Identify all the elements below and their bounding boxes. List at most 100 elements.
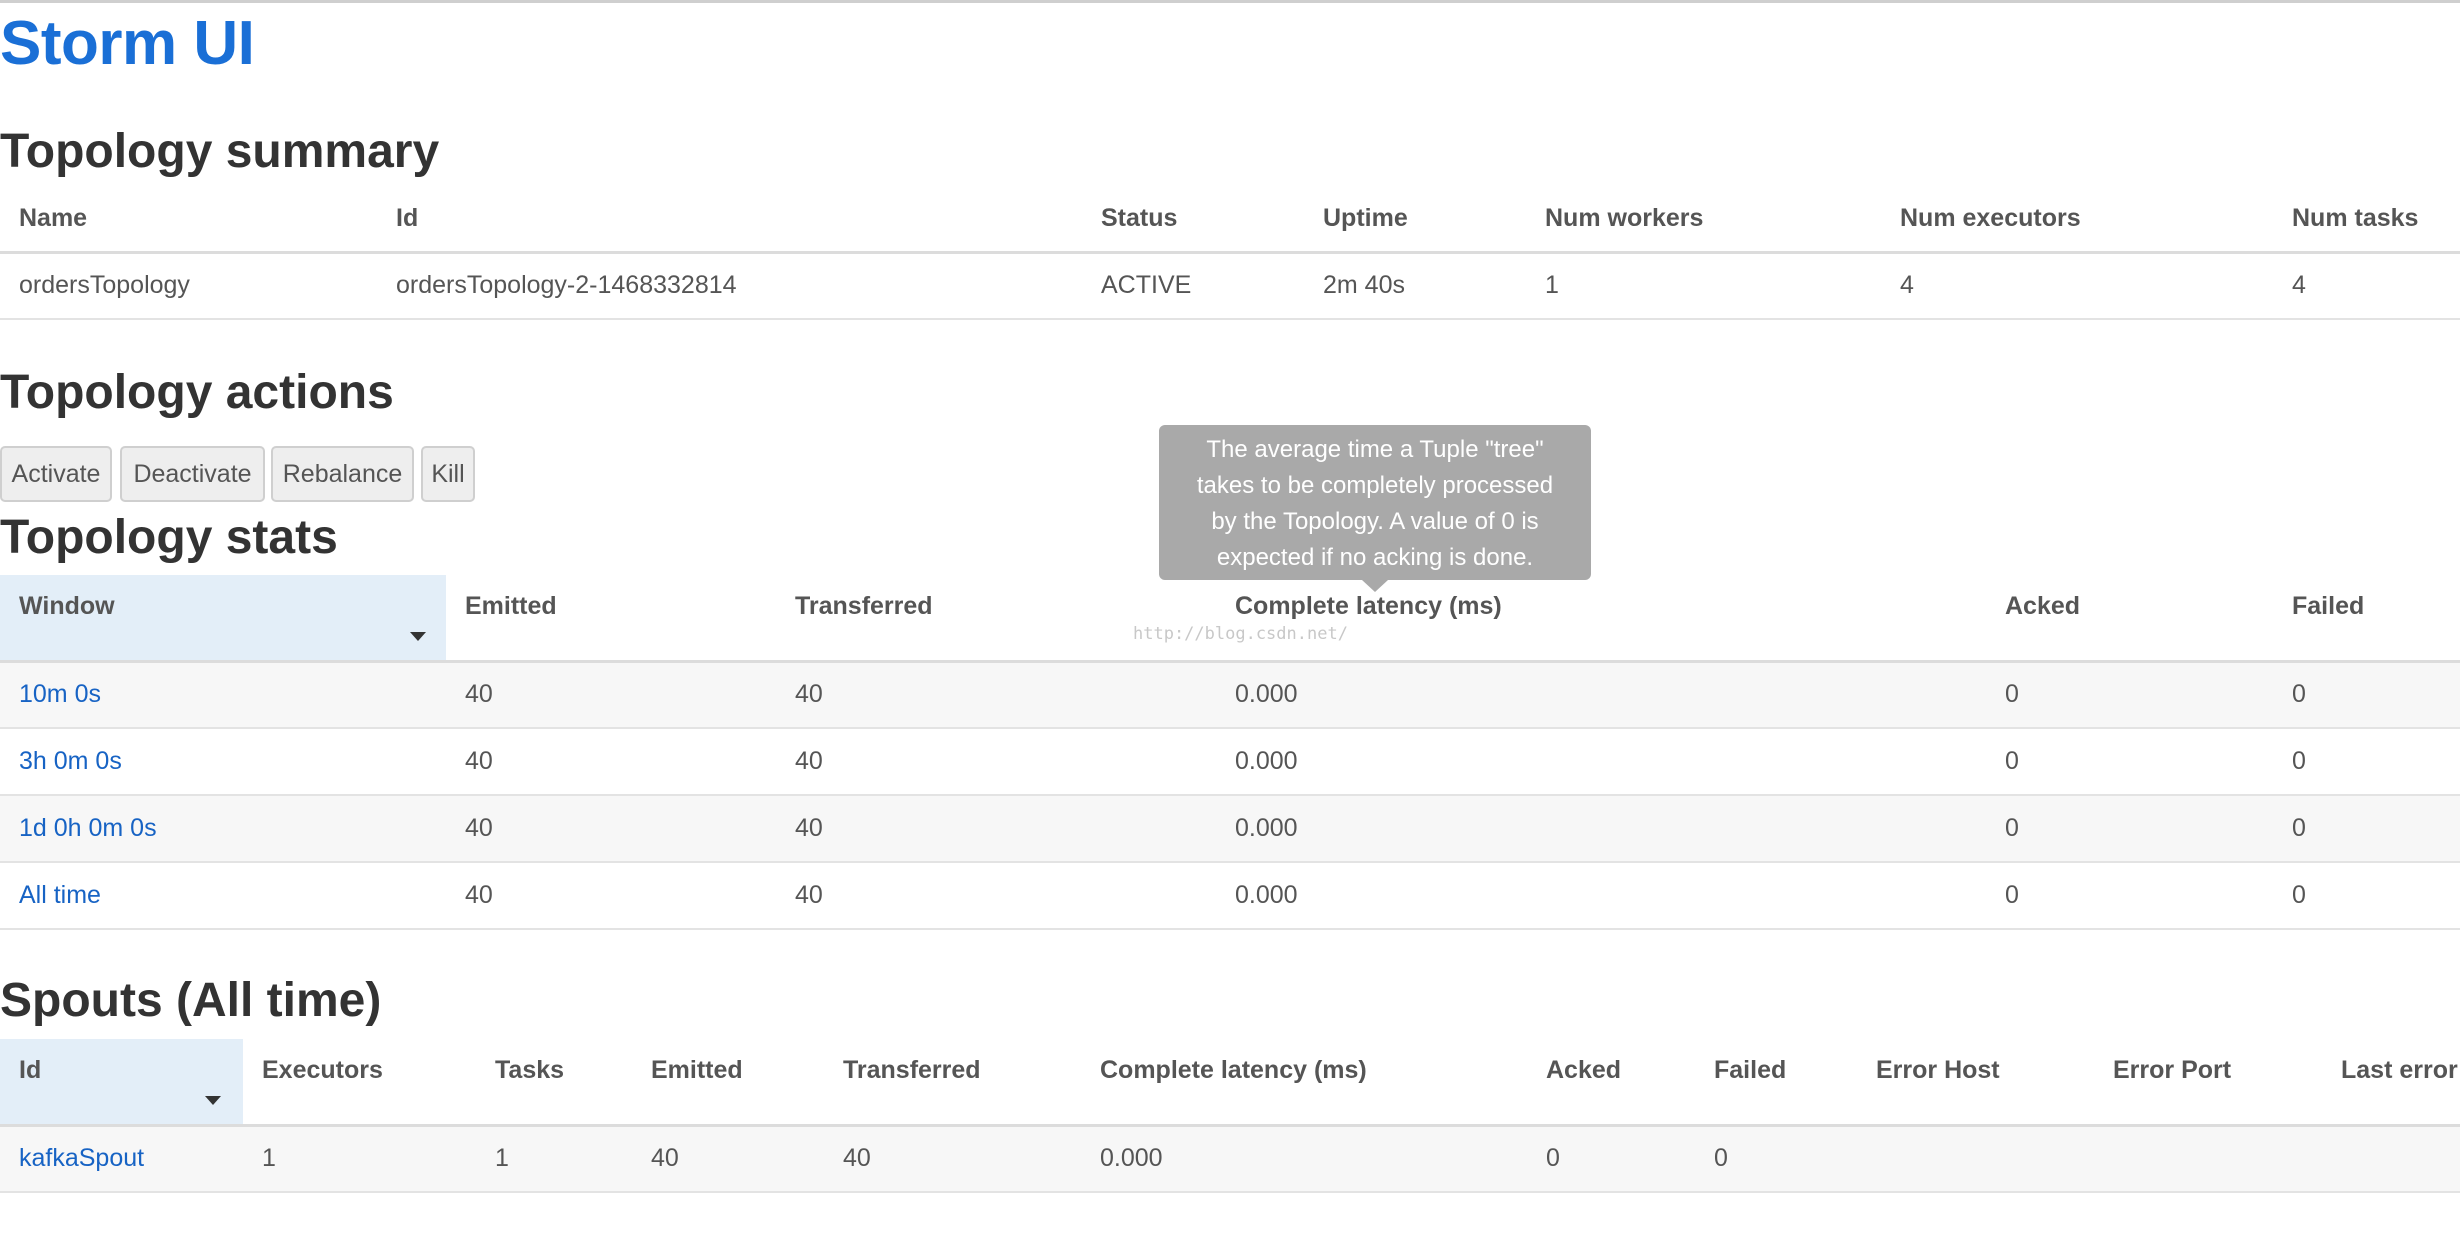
window-cell: All time xyxy=(0,862,446,929)
executors-cell: 1 xyxy=(262,1144,276,1173)
col-header-error-port[interactable]: Error Port xyxy=(2094,1039,2322,1125)
col-header-window[interactable]: Window xyxy=(0,575,446,661)
error-port-cell xyxy=(2094,1125,2322,1192)
acked-cell: 0 xyxy=(2005,747,2019,775)
col-header-transferred[interactable]: Transferred xyxy=(824,1039,1081,1125)
col-header-last-error[interactable]: Last error xyxy=(2322,1039,2460,1125)
table-row: All time 40 40 0.000 0 0 xyxy=(0,862,2460,929)
col-header-error-host[interactable]: Error Host xyxy=(1857,1039,2094,1125)
activate-button[interactable]: Activate xyxy=(0,446,112,502)
emitted-cell: 40 xyxy=(465,881,493,909)
complete-latency-cell: 0.000 xyxy=(1235,814,1298,842)
tooltip-line: takes to be completely processed xyxy=(1196,472,1554,499)
window-cell: 3h 0m 0s xyxy=(0,728,446,795)
topology-id: ordersTopology-2-1468332814 xyxy=(396,271,737,300)
col-header-id[interactable]: Id xyxy=(377,186,1082,252)
kill-button[interactable]: Kill xyxy=(421,446,475,502)
col-header-acked[interactable]: Acked xyxy=(1986,575,2273,661)
col-header-window-label: Window xyxy=(19,592,115,620)
failed-cell: 0 xyxy=(1714,1144,1728,1173)
tooltip-arrow xyxy=(1362,580,1388,592)
col-header-emitted[interactable]: Emitted xyxy=(632,1039,824,1125)
sort-caret-icon xyxy=(205,1096,221,1105)
col-header-spout-id-label: Id xyxy=(19,1056,42,1084)
col-header-complete-latency[interactable]: Complete latency (ms) xyxy=(1216,575,1986,661)
col-header-failed[interactable]: Failed xyxy=(2273,575,2460,661)
last-error-cell xyxy=(2322,1125,2460,1192)
topology-actions-heading: Topology actions xyxy=(0,366,394,419)
spout-link[interactable]: kafkaSpout xyxy=(19,1144,144,1172)
table-row: ordersTopology ordersTopology-2-14683328… xyxy=(0,252,2460,319)
error-host-cell xyxy=(1857,1125,2094,1192)
acked-cell: 0 xyxy=(1546,1144,1560,1173)
topology-num-tasks: 4 xyxy=(2292,271,2306,300)
topology-stats-heading: Topology stats xyxy=(0,511,338,564)
window-link[interactable]: 1d 0h 0m 0s xyxy=(19,814,157,842)
window-link[interactable]: All time xyxy=(19,881,101,909)
col-header-status[interactable]: Status xyxy=(1082,186,1304,252)
complete-latency-cell: 0.000 xyxy=(1235,680,1298,709)
col-header-emitted[interactable]: Emitted xyxy=(446,575,776,661)
tooltip-line: expected if no acking is done. xyxy=(1216,544,1534,571)
topology-num-executors: 4 xyxy=(1900,271,1914,300)
spouts-table: Id Executors Tasks Emitted Transferred C… xyxy=(0,1039,2460,1193)
topology-name: ordersTopology xyxy=(19,271,190,300)
topology-uptime: 2m 40s xyxy=(1323,271,1405,300)
failed-cell: 0 xyxy=(2292,814,2306,842)
table-row: 10m 0s 40 40 0.000 0 0 xyxy=(0,661,2460,728)
transferred-cell: 40 xyxy=(795,881,823,909)
topology-status: ACTIVE xyxy=(1101,271,1192,300)
window-cell: 1d 0h 0m 0s xyxy=(0,795,446,862)
col-header-uptime[interactable]: Uptime xyxy=(1304,186,1526,252)
emitted-cell: 40 xyxy=(465,814,493,842)
app-title[interactable]: Storm UI xyxy=(0,8,255,79)
topology-summary-heading: Topology summary xyxy=(0,125,440,178)
tasks-cell: 1 xyxy=(495,1144,509,1173)
col-header-transferred[interactable]: Transferred xyxy=(776,575,1216,661)
emitted-cell: 40 xyxy=(465,747,493,775)
complete-latency-cell: 0.000 xyxy=(1100,1144,1163,1173)
failed-cell: 0 xyxy=(2292,881,2306,909)
col-header-complete-latency[interactable]: Complete latency (ms) xyxy=(1081,1039,1527,1125)
table-row: kafkaSpout 1 1 40 40 0.000 0 0 xyxy=(0,1125,2460,1192)
emitted-cell: 40 xyxy=(465,680,493,709)
complete-latency-cell: 0.000 xyxy=(1235,881,1298,909)
table-row: 1d 0h 0m 0s 40 40 0.000 0 0 xyxy=(0,795,2460,862)
failed-cell: 0 xyxy=(2292,747,2306,775)
col-header-num-tasks[interactable]: Num tasks xyxy=(2273,186,2460,252)
complete-latency-tooltip: The average time a Tuple "tree" takes to… xyxy=(1159,425,1591,580)
topology-num-workers: 1 xyxy=(1545,271,1559,300)
col-header-executors[interactable]: Executors xyxy=(243,1039,476,1125)
col-header-tasks[interactable]: Tasks xyxy=(476,1039,632,1125)
transferred-cell: 40 xyxy=(843,1144,871,1173)
acked-cell: 0 xyxy=(2005,680,2019,709)
col-header-acked[interactable]: Acked xyxy=(1527,1039,1695,1125)
col-header-failed[interactable]: Failed xyxy=(1695,1039,1857,1125)
col-header-name[interactable]: Name xyxy=(0,186,377,252)
acked-cell: 0 xyxy=(2005,814,2019,842)
deactivate-button[interactable]: Deactivate xyxy=(120,446,265,502)
watermark: http://blog.csdn.net/ xyxy=(1133,624,1348,644)
col-header-spout-id[interactable]: Id xyxy=(0,1039,243,1125)
window-link[interactable]: 3h 0m 0s xyxy=(19,747,122,775)
top-border xyxy=(0,0,2460,3)
spouts-heading: Spouts (All time) xyxy=(0,974,382,1027)
transferred-cell: 40 xyxy=(795,814,823,842)
spout-id-cell: kafkaSpout xyxy=(0,1125,243,1192)
tooltip-line: by the Topology. A value of 0 is xyxy=(1211,508,1539,535)
window-cell: 10m 0s xyxy=(0,661,446,728)
transferred-cell: 40 xyxy=(795,680,823,709)
col-header-num-workers[interactable]: Num workers xyxy=(1526,186,1881,252)
topology-summary-table: Name Id Status Uptime Num workers Num ex… xyxy=(0,186,2460,320)
emitted-cell: 40 xyxy=(651,1144,679,1173)
col-header-num-executors[interactable]: Num executors xyxy=(1881,186,2273,252)
table-row: 3h 0m 0s 40 40 0.000 0 0 xyxy=(0,728,2460,795)
sort-caret-icon xyxy=(410,632,426,641)
failed-cell: 0 xyxy=(2292,680,2306,709)
complete-latency-cell: 0.000 xyxy=(1235,747,1298,775)
transferred-cell: 40 xyxy=(795,747,823,775)
window-link[interactable]: 10m 0s xyxy=(19,680,101,708)
tooltip-line: The average time a Tuple "tree" xyxy=(1206,436,1544,463)
acked-cell: 0 xyxy=(2005,881,2019,909)
rebalance-button[interactable]: Rebalance xyxy=(271,446,414,502)
